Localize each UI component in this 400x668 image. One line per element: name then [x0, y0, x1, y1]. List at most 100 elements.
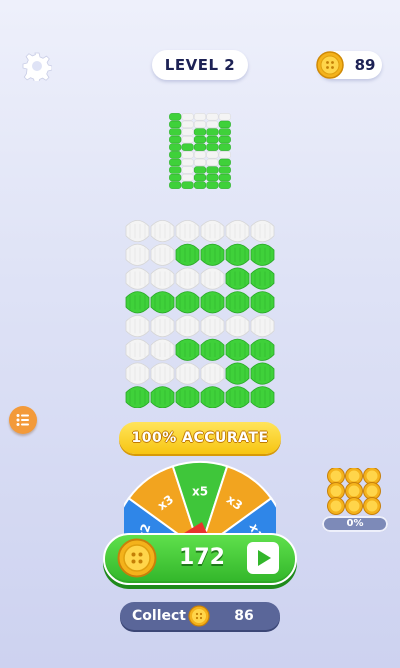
preview-cell	[206, 143, 219, 151]
pile-coin	[363, 497, 381, 515]
level-label: LEVEL 2	[164, 56, 236, 74]
preview-cell	[218, 158, 231, 167]
preview-cell	[181, 181, 194, 189]
preview-cell	[193, 181, 207, 189]
pile-coin	[363, 482, 381, 500]
pile-coin	[345, 482, 363, 500]
preview-cell	[206, 166, 219, 174]
preview-cell	[218, 128, 231, 136]
preview-cell	[169, 135, 182, 144]
knit-cell	[200, 219, 225, 243]
preview-cell	[169, 151, 182, 159]
knit-cell	[175, 219, 200, 243]
preview-cell	[218, 151, 231, 159]
knit-cell	[150, 291, 175, 314]
preview-cell	[181, 151, 194, 159]
coin-pile-progress: 0%	[322, 516, 388, 532]
knit-cell	[225, 386, 250, 408]
knit-cell	[175, 314, 200, 338]
preview-cell	[193, 166, 207, 174]
preview-cell	[169, 128, 182, 136]
preview-cell	[181, 120, 194, 129]
preview-cell	[181, 113, 194, 121]
collect-value: 86	[234, 608, 254, 624]
preview-cell	[193, 173, 207, 182]
target-pattern-preview	[169, 113, 231, 189]
preview-cell	[193, 158, 207, 167]
knit-cell	[200, 243, 225, 266]
knit-cell	[175, 267, 200, 290]
preview-cell	[218, 181, 231, 189]
knit-cell	[250, 386, 275, 408]
coin-pile-percent: 0%	[346, 518, 364, 529]
preview-cell	[169, 166, 182, 174]
knit-cell	[175, 362, 200, 385]
level-indicator: LEVEL 2	[152, 50, 248, 80]
knit-cell	[150, 314, 175, 338]
knit-cell	[175, 243, 200, 266]
coin-icon	[117, 538, 157, 578]
knit-cell	[125, 314, 150, 338]
play-triangle-icon	[258, 550, 271, 566]
knit-cell	[125, 362, 150, 385]
preview-cell	[206, 151, 219, 159]
preview-cell	[206, 158, 219, 167]
knit-cell	[200, 362, 225, 385]
wheel-multiplier-label: x5	[192, 484, 208, 498]
preview-cell	[169, 120, 182, 129]
knit-cell	[125, 267, 150, 290]
knit-cell	[250, 243, 275, 266]
collect-label: Collect	[132, 608, 186, 624]
knit-cell	[250, 314, 275, 338]
knit-cell	[250, 362, 275, 385]
preview-cell	[206, 181, 219, 189]
coin-icon	[188, 605, 210, 627]
preview-cell	[206, 120, 219, 129]
knit-cell	[125, 291, 150, 314]
knit-cell	[150, 267, 175, 290]
knit-cell	[200, 267, 225, 290]
knit-cell	[200, 291, 225, 314]
accuracy-banner: 100% ACCURATE	[119, 422, 281, 454]
preview-cell	[169, 173, 182, 182]
preview-cell	[218, 143, 231, 151]
pile-coin	[327, 497, 345, 515]
preview-cell	[206, 128, 219, 136]
knit-cell	[175, 338, 200, 361]
preview-cell	[181, 166, 194, 174]
pile-coin	[327, 482, 345, 500]
knit-cell	[150, 219, 175, 243]
knit-cell	[200, 386, 225, 408]
knit-cell	[200, 338, 225, 361]
preview-cell	[181, 158, 194, 167]
preview-cell	[193, 135, 207, 144]
preview-cell	[218, 120, 231, 129]
knit-cell	[225, 314, 250, 338]
preview-cell	[193, 143, 207, 151]
preview-cell	[169, 158, 182, 167]
preview-cell	[193, 128, 207, 136]
preview-cell	[169, 143, 182, 151]
knit-cell	[150, 338, 175, 361]
preview-cell	[169, 181, 182, 189]
knit-board[interactable]	[125, 218, 275, 408]
gear-icon[interactable]	[22, 51, 52, 81]
preview-cell	[206, 113, 219, 121]
preview-cell	[218, 173, 231, 182]
accuracy-text: 100% ACCURATE	[131, 430, 269, 446]
preview-cell	[206, 135, 219, 144]
knit-cell	[225, 362, 250, 385]
preview-cell	[169, 113, 182, 121]
knit-cell	[250, 219, 275, 243]
preview-cell	[218, 135, 231, 144]
knit-cell	[225, 267, 250, 290]
knit-cell	[150, 362, 175, 385]
knit-cell	[175, 386, 200, 408]
coin-pile-icon[interactable]	[326, 468, 384, 516]
play-icon[interactable]	[247, 542, 279, 574]
list-button[interactable]	[9, 406, 37, 434]
knit-cell	[225, 338, 250, 361]
knit-cell	[150, 386, 175, 408]
preview-cell	[206, 173, 219, 182]
coin-icon	[316, 51, 344, 79]
